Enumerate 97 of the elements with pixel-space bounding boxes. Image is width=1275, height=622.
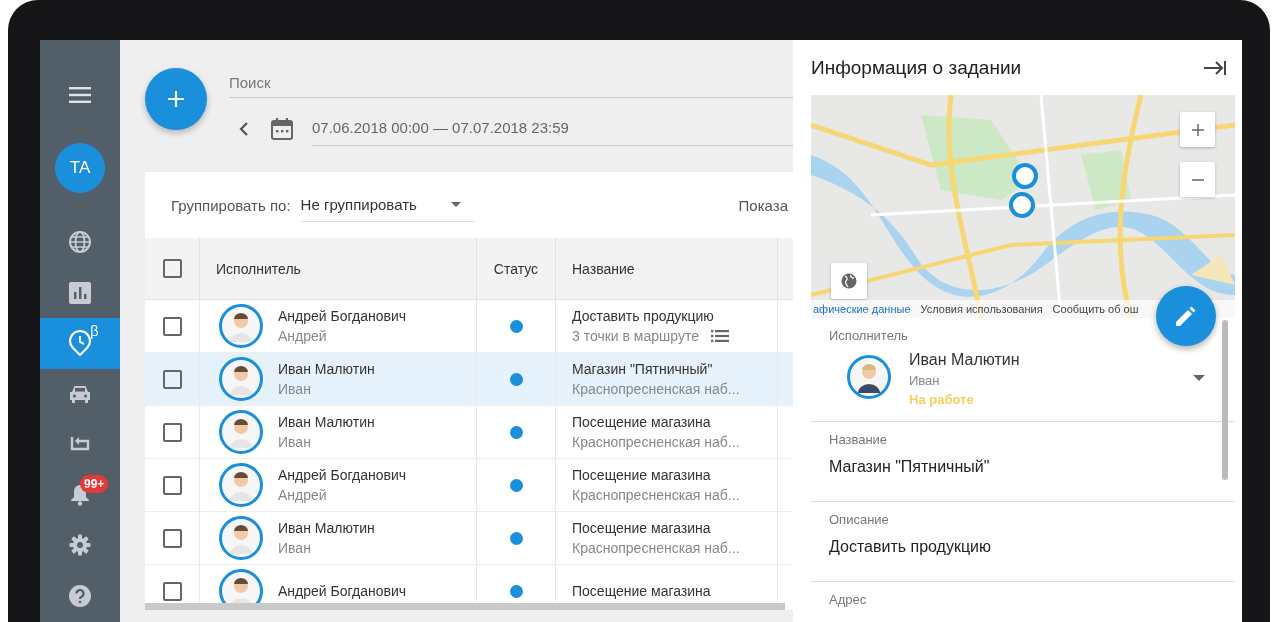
avatar-icon: [219, 304, 263, 348]
executor-name: Иван Малютин: [278, 520, 375, 536]
help-icon: [69, 584, 91, 607]
date-range-field[interactable]: 07.06.2018 00:00 — 07.07.2018 23:59: [312, 112, 793, 146]
beta-mark: β: [90, 322, 99, 339]
pencil-icon: [1176, 306, 1196, 326]
map-type-button[interactable]: [831, 263, 867, 299]
avatar-icon: [219, 463, 263, 507]
caret-icon: [1193, 375, 1205, 381]
minus-icon: [1191, 178, 1204, 181]
horizontal-scrollbar[interactable]: [145, 603, 785, 610]
collapse-panel-icon[interactable]: [1203, 59, 1227, 76]
row-checkbox[interactable]: [162, 528, 182, 548]
executor-short-name: Иван: [278, 434, 312, 450]
plus-icon: [167, 90, 185, 108]
map-attribution-link[interactable]: Сообщить об ош: [1052, 303, 1139, 315]
avatar-icon: [219, 410, 263, 454]
caret-icon: [450, 202, 461, 207]
globe-icon: [68, 230, 92, 255]
column-header[interactable]: Статус: [477, 238, 556, 299]
map-attribution-link[interactable]: Условия использования: [920, 303, 1043, 315]
table-row[interactable]: Иван Малютин Иван Посещение магазина Краснопресненская наб...: [145, 406, 793, 459]
table-row[interactable]: Иван Малютин Иван Магазин "Пятничный" Краснопресненская наб...: [145, 353, 793, 406]
zoom-in-button[interactable]: [1180, 112, 1215, 147]
map-attribution-link[interactable]: афические данные: [813, 303, 911, 315]
field-label: Описание: [829, 512, 890, 527]
executor-status: На работе: [909, 392, 975, 407]
group-by-dropdown[interactable]: Не группировать: [300, 188, 475, 222]
nav-item[interactable]: β: [40, 318, 120, 369]
plus-icon: [1191, 123, 1204, 136]
globe-icon: [841, 273, 857, 289]
row-checkbox[interactable]: [162, 422, 182, 442]
group-by-label: Группировать по:: [171, 196, 291, 214]
column-header[interactable]: Название: [556, 238, 778, 299]
executor-name: Андрей Богданович: [278, 583, 406, 599]
executor-short-name: Иван: [278, 540, 312, 556]
field-value: Магазин "Пятничный": [829, 458, 991, 476]
field-label: Адрес: [829, 592, 868, 607]
edit-button[interactable]: [1156, 286, 1216, 346]
avatar-icon: [847, 355, 891, 399]
search-field[interactable]: Поиск: [229, 68, 793, 98]
nav-item[interactable]: 99+: [40, 469, 120, 520]
car-icon: [68, 383, 92, 404]
status-dot: [509, 425, 523, 439]
task-title: Магазин "Пятничный": [572, 361, 714, 377]
table-row[interactable]: Андрей Богданович Андрей Доставить продукцию 3 точки в маршруте: [145, 300, 793, 353]
executor-name: Иван Малютин: [278, 361, 375, 377]
executor-name: Иван Малютин: [909, 351, 1021, 369]
calendar-icon[interactable]: [271, 118, 293, 140]
status-dot: [509, 372, 523, 386]
settings-icon: [69, 534, 91, 557]
task-title: Посещение магазина: [572, 583, 711, 599]
show-label: Показа: [738, 196, 788, 214]
avatar-icon: [219, 516, 263, 560]
task-title: Посещение магазина: [572, 520, 712, 536]
task-subtitle: Краснопресненская наб...: [572, 381, 740, 397]
executor-short-name: Иван: [909, 373, 941, 388]
status-dot: [509, 584, 523, 598]
status-dot: [509, 319, 523, 333]
executor-name: Андрей Богданович: [278, 467, 406, 483]
task-title: Доставить продукцию: [572, 308, 715, 324]
row-checkbox[interactable]: [162, 316, 182, 336]
executor-short-name: Андрей: [278, 328, 328, 344]
row-checkbox[interactable]: [162, 475, 182, 495]
table-row[interactable]: Иван Малютин Иван Посещение магазина Краснопресненская наб...: [145, 512, 793, 565]
row-checkbox[interactable]: [162, 369, 182, 389]
previous-period-button[interactable]: [239, 122, 249, 136]
clock-pin-icon: [68, 329, 92, 358]
add-button[interactable]: [145, 68, 207, 130]
status-dot: [509, 531, 523, 545]
task-subtitle: Краснопресненская наб...: [572, 540, 740, 556]
executor-short-name: Андрей: [278, 487, 328, 503]
bar-chart-icon: [69, 281, 91, 304]
task-subtitle: 3 точки в маршруте: [572, 328, 699, 344]
executor-dropdown[interactable]: Иван Малютин Иван На работе: [829, 351, 1235, 407]
field-label: Название: [829, 432, 889, 447]
task-subtitle: Краснопресненская наб...: [572, 487, 740, 503]
task-title: Посещение магазина: [572, 467, 712, 483]
task-subtitle: Краснопресненская наб...: [572, 434, 740, 450]
vertical-scrollbar[interactable]: [1222, 320, 1228, 480]
avatar-icon: [219, 357, 263, 401]
executor-short-name: Иван: [278, 381, 312, 397]
column-header[interactable]: Исполнитель: [200, 238, 477, 299]
notification-badge: 99+: [80, 474, 109, 493]
select-all-checkbox[interactable]: [162, 259, 182, 278]
field-label: Исполнитель: [829, 328, 909, 343]
table-row[interactable]: Андрей Богданович Андрей Посещение магазина Краснопресненская наб...: [145, 459, 793, 512]
task-title: Посещение магазина: [572, 414, 712, 430]
executor-name: Андрей Богданович: [278, 308, 406, 324]
user-avatar[interactable]: TA: [55, 143, 105, 193]
status-dot: [509, 478, 523, 492]
menu-icon[interactable]: [69, 87, 91, 103]
row-checkbox[interactable]: [162, 581, 182, 601]
field-value: Доставить продукцию: [829, 538, 993, 556]
executor-name: Иван Малютин: [278, 414, 375, 430]
panel-title: Информация о задании: [811, 56, 1022, 79]
list-icon[interactable]: [710, 330, 729, 342]
